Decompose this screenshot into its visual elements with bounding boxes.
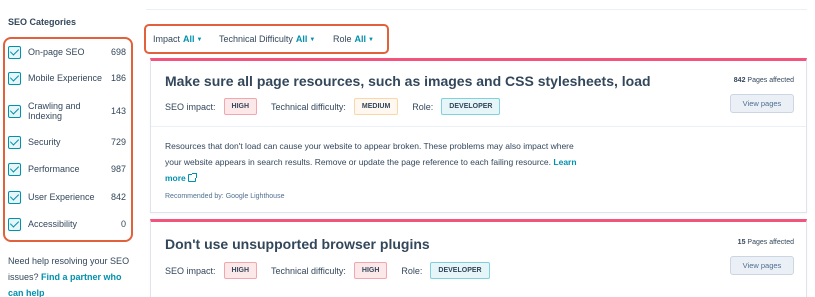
category-count: 0 — [120, 219, 126, 229]
checkbox-checked-icon[interactable] — [8, 190, 21, 204]
category-count: 729 — [110, 137, 126, 147]
difficulty-label: Technical difficulty: — [271, 101, 346, 112]
difficulty-filter-value: All — [295, 34, 308, 44]
category-label: Accessibility — [28, 219, 78, 229]
checkbox-checked-icon[interactable] — [8, 162, 21, 176]
difficulty-badge: MEDIUM — [353, 98, 399, 115]
category-label: Mobile Experience — [28, 73, 103, 83]
pages-affected-label: Pages affected — [747, 77, 794, 84]
impact-filter-label: Impact — [153, 34, 181, 44]
category-performance[interactable]: Performance 987 — [8, 161, 126, 177]
chevron-down-icon: ▼ — [368, 37, 374, 43]
difficulty-badge: HIGH — [353, 262, 388, 279]
difficulty-label: Technical difficulty: — [271, 265, 346, 276]
issue-attributes: SEO impact: HIGH Technical difficulty: M… — [165, 98, 514, 115]
checkbox-checked-icon[interactable] — [8, 135, 21, 149]
category-count: 186 — [110, 73, 126, 83]
seo-impact-badge: HIGH — [223, 98, 258, 115]
checkbox-checked-icon[interactable] — [8, 45, 21, 59]
pages-affected-count: 842 — [733, 77, 746, 84]
view-pages-button[interactable]: View pages — [730, 94, 794, 113]
category-count: 143 — [110, 106, 126, 116]
seo-impact-label: SEO impact: — [165, 265, 216, 276]
issue-card: Make sure all page resources, such as im… — [150, 58, 807, 213]
difficulty-filter[interactable]: Technical Difficulty All ▼ — [219, 34, 315, 44]
issue-title: Make sure all page resources, such as im… — [165, 73, 651, 89]
impact-filter[interactable]: Impact All ▼ — [153, 34, 202, 44]
top-divider — [146, 9, 807, 10]
category-on-page-seo[interactable]: On-page SEO 698 — [8, 44, 126, 60]
seo-impact-badge: HIGH — [223, 262, 258, 279]
category-label: User Experience — [28, 192, 95, 202]
issue-card: Don't use unsupported browser plugins 15… — [150, 219, 807, 297]
impact-filter-value: All — [183, 34, 195, 44]
category-label: Security — [28, 137, 61, 147]
recommended-by: Recommended by: Google Lighthouse — [165, 193, 285, 200]
view-pages-button[interactable]: View pages — [730, 256, 794, 275]
role-label: Role: — [412, 101, 434, 112]
external-link-icon — [187, 173, 197, 182]
seo-categories-title: SEO Categories — [8, 17, 77, 27]
issue-description: Resources that don't load can cause your… — [165, 138, 585, 186]
category-label: Crawling and Indexing — [28, 101, 81, 121]
pages-affected-count: 15 — [737, 239, 746, 246]
chevron-down-icon: ▼ — [309, 37, 316, 43]
role-filter[interactable]: Role All ▼ — [333, 34, 374, 44]
category-count: 842 — [110, 192, 126, 202]
role-badge: DEVELOPER — [441, 98, 501, 115]
chevron-down-icon: ▼ — [196, 37, 203, 43]
description-text: Resources that don't load can cause your… — [165, 141, 574, 167]
category-count: 698 — [110, 47, 126, 57]
checkbox-checked-icon[interactable] — [8, 217, 21, 231]
seo-impact-label: SEO impact: — [165, 101, 216, 112]
category-accessibility[interactable]: Accessibility 0 — [8, 216, 126, 232]
help-text: Need help resolving your SEO issues? Fin… — [8, 253, 138, 297]
issue-title: Don't use unsupported browser plugins — [165, 236, 430, 252]
category-label: On-page SEO — [28, 47, 85, 57]
pages-affected: 15 Pages affected — [738, 239, 794, 246]
category-label: Performance — [28, 164, 80, 174]
category-crawling-indexing[interactable]: Crawling and Indexing 143 — [8, 99, 126, 123]
checkbox-checked-icon[interactable] — [8, 104, 21, 118]
pages-affected-label: Pages affected — [747, 239, 794, 246]
role-filter-label: Role — [333, 34, 352, 44]
role-filter-value: All — [354, 34, 367, 44]
category-count: 987 — [110, 164, 126, 174]
category-mobile-experience[interactable]: Mobile Experience 186 — [8, 70, 126, 86]
category-security[interactable]: Security 729 — [8, 134, 126, 150]
card-divider — [151, 126, 806, 127]
category-user-experience[interactable]: User Experience 842 — [8, 189, 126, 205]
role-label: Role: — [401, 265, 423, 276]
checkbox-checked-icon[interactable] — [8, 71, 21, 85]
pages-affected: 842 Pages affected — [734, 77, 794, 84]
role-badge: DEVELOPER — [430, 262, 490, 279]
issue-attributes: SEO impact: HIGH Technical difficulty: H… — [165, 262, 504, 279]
difficulty-filter-label: Technical Difficulty — [219, 34, 293, 44]
